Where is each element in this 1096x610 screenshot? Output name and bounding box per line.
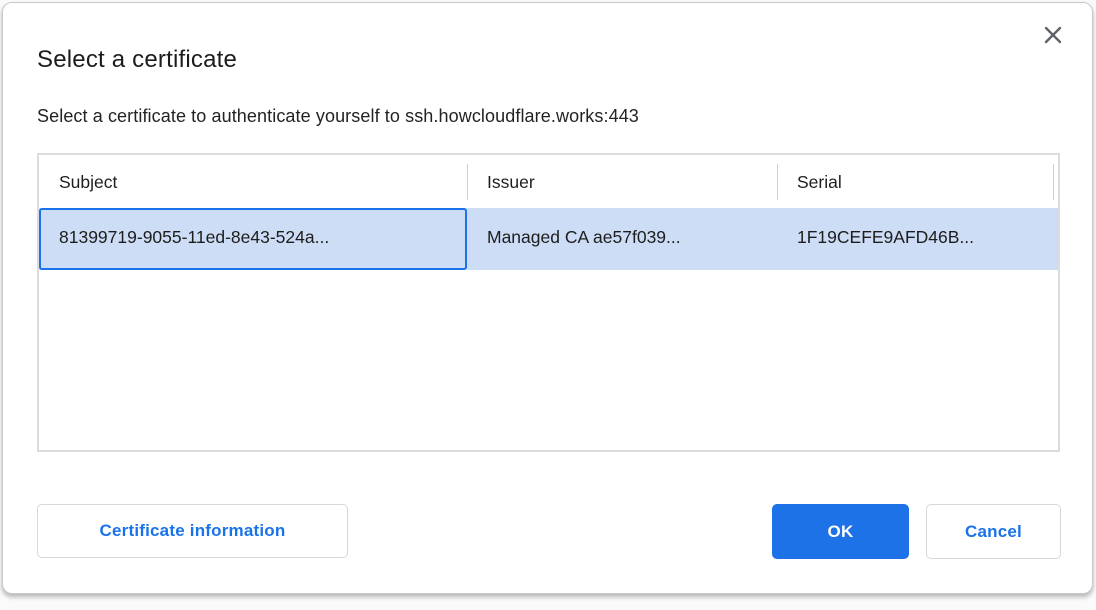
certificate-row-selected[interactable]: 81399719-9055-11ed-8e43-524a... Managed … xyxy=(39,208,1058,270)
column-header-subject: Subject xyxy=(39,155,467,208)
certificate-information-button[interactable]: Certificate information xyxy=(37,504,348,558)
cell-subject[interactable]: 81399719-9055-11ed-8e43-524a... xyxy=(39,208,467,270)
column-divider xyxy=(1053,164,1054,200)
dialog-title: Select a certificate xyxy=(37,46,237,74)
dialog-subtitle: Select a certificate to authenticate you… xyxy=(37,106,639,127)
column-header-serial: Serial xyxy=(777,155,1058,208)
cancel-button[interactable]: Cancel xyxy=(926,504,1061,559)
ok-button[interactable]: OK xyxy=(772,504,909,559)
close-icon xyxy=(1042,24,1064,46)
certificate-select-dialog: Select a certificate Select a certificat… xyxy=(2,2,1093,594)
table-header: Subject Issuer Serial xyxy=(39,155,1058,208)
column-divider xyxy=(777,164,778,200)
cell-serial[interactable]: 1F19CEFE9AFD46B... xyxy=(777,208,1058,270)
column-header-issuer: Issuer xyxy=(467,155,777,208)
close-button[interactable] xyxy=(1039,21,1067,49)
cell-issuer[interactable]: Managed CA ae57f039... xyxy=(467,208,777,270)
certificate-table: Subject Issuer Serial 81399719-9055-11ed… xyxy=(37,153,1060,452)
column-divider xyxy=(467,164,468,200)
